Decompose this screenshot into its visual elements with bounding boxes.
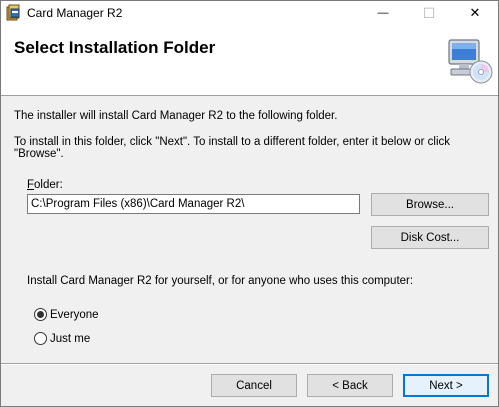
browse-button[interactable]: Browse... [371,193,489,216]
title-bar: Card Manager R2 — ☐ ✕ [1,1,498,25]
close-icon: ✕ [469,5,481,20]
next-button[interactable]: Next > [403,374,489,397]
back-button[interactable]: < Back [307,374,393,397]
footer-divider-highlight [1,364,498,365]
window-title: Card Manager R2 [27,6,123,20]
folder-label-hotkey: F [27,179,35,191]
maximize-icon: ☐ [422,4,436,21]
computer-cd-icon [448,39,493,84]
radio-just-me-button[interactable] [34,332,47,345]
instruction-text: To install in this folder, click "Next".… [14,136,450,160]
folder-label: Folder: [27,179,63,191]
header-banner: Select Installation Folder [1,25,498,96]
close-button[interactable]: ✕ [452,1,498,25]
maximize-button[interactable]: ☐ [406,1,452,25]
installer-app-icon [6,4,20,21]
radio-everyone[interactable]: Everyone [34,308,99,321]
install-scope-prompt: Install Card Manager R2 for yourself, or… [27,275,414,287]
intro-text: The installer will install Card Manager … [14,110,338,122]
minimize-icon: — [377,7,389,19]
page-title: Select Installation Folder [14,38,216,57]
radio-just-me[interactable]: Just me [34,332,90,345]
installer-window: Card Manager R2 — ☐ ✕ Select Installatio… [0,0,499,407]
radio-just-me-label[interactable]: Just me [50,333,90,345]
disk-cost-button[interactable]: Disk Cost... [371,226,489,249]
folder-label-rest: older: [34,179,63,191]
radio-everyone-label[interactable]: Everyone [50,309,99,321]
minimize-button[interactable]: — [360,1,406,25]
folder-path-input[interactable] [27,194,360,214]
radio-everyone-button[interactable] [34,308,47,321]
cancel-button[interactable]: Cancel [211,374,297,397]
